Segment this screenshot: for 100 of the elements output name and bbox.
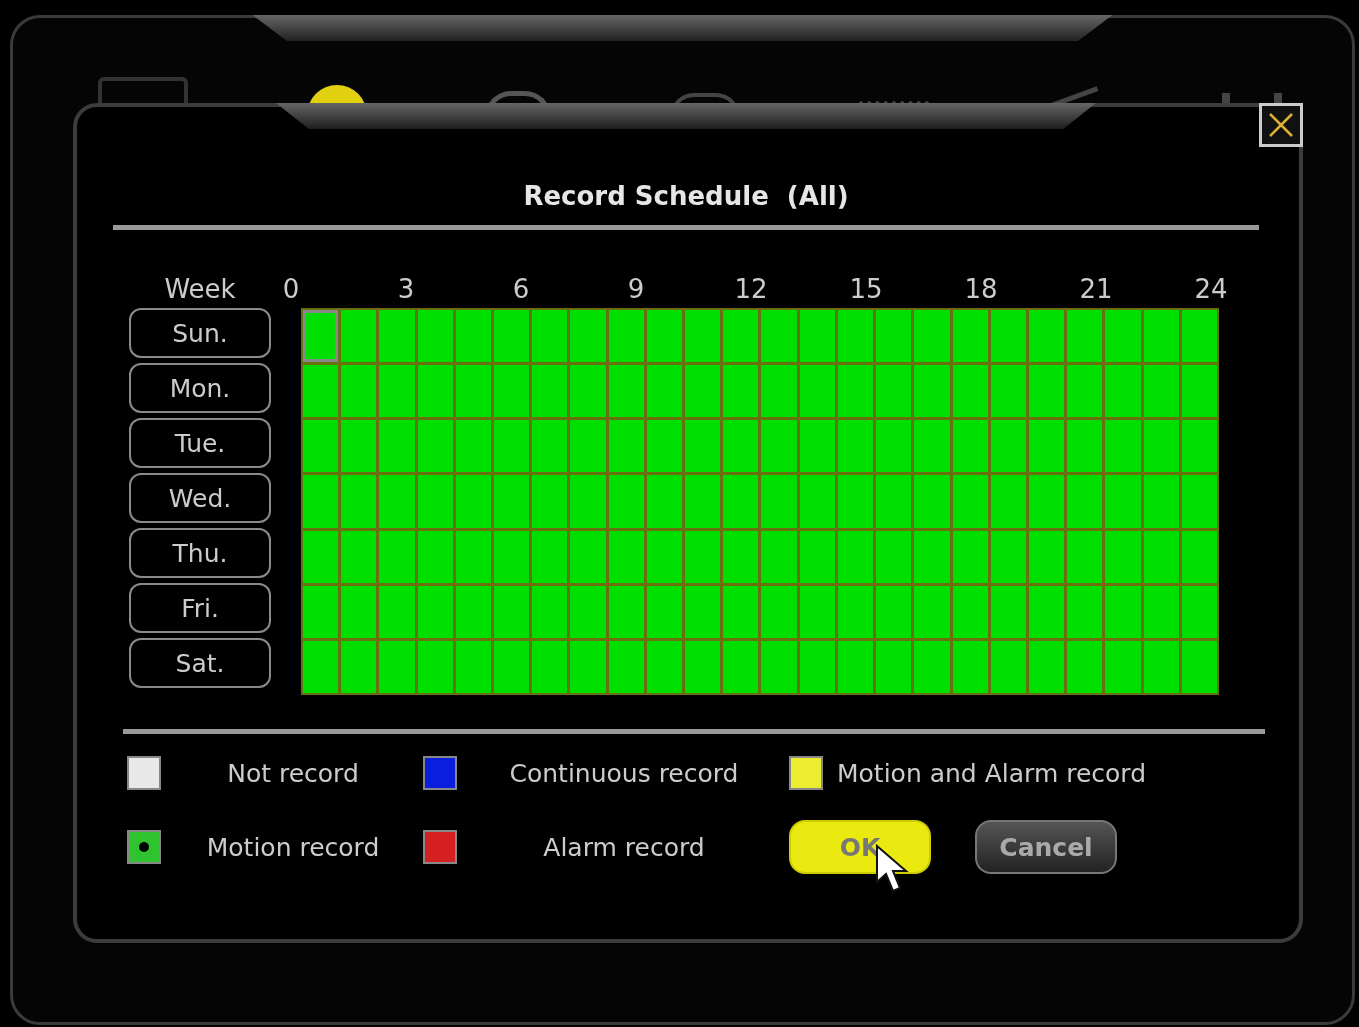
legend-swatch[interactable] [127, 756, 161, 790]
schedule-cell[interactable] [570, 420, 606, 473]
schedule-cell[interactable] [799, 310, 835, 363]
schedule-cell[interactable] [608, 420, 644, 473]
schedule-cell[interactable] [417, 530, 453, 583]
day-button[interactable]: Mon. [129, 363, 271, 413]
schedule-cell[interactable] [532, 420, 568, 473]
schedule-cell[interactable] [417, 640, 453, 693]
schedule-cell[interactable] [1105, 530, 1141, 583]
day-button[interactable]: Sat. [129, 638, 271, 688]
schedule-cell[interactable] [455, 365, 492, 418]
schedule-cell[interactable] [1067, 640, 1103, 693]
schedule-cell[interactable] [646, 475, 683, 528]
legend-swatch[interactable] [423, 830, 457, 864]
schedule-cell[interactable] [1143, 310, 1179, 363]
schedule-cell[interactable] [608, 640, 644, 693]
schedule-cell[interactable] [455, 475, 492, 528]
day-button[interactable]: Fri. [129, 583, 271, 633]
schedule-cell[interactable] [837, 310, 874, 363]
schedule-cell[interactable] [532, 475, 568, 528]
schedule-cell[interactable] [1181, 475, 1217, 528]
schedule-cell[interactable] [417, 475, 453, 528]
schedule-cell[interactable] [646, 420, 683, 473]
schedule-cell[interactable] [761, 420, 797, 473]
schedule-cell[interactable] [761, 530, 797, 583]
schedule-cell[interactable] [1143, 585, 1179, 638]
schedule-cell[interactable] [532, 365, 568, 418]
schedule-cell[interactable] [1105, 475, 1141, 528]
day-button[interactable]: Tue. [129, 418, 271, 468]
schedule-cell[interactable] [990, 475, 1026, 528]
schedule-cell[interactable] [494, 420, 530, 473]
schedule-cell[interactable] [379, 310, 415, 363]
schedule-cell[interactable] [1028, 420, 1065, 473]
schedule-cell[interactable] [685, 530, 721, 583]
schedule-cell[interactable] [646, 530, 683, 583]
schedule-cell[interactable] [379, 420, 415, 473]
schedule-cell[interactable] [837, 365, 874, 418]
schedule-cell[interactable] [570, 585, 606, 638]
schedule-cell[interactable] [723, 310, 759, 363]
schedule-cell[interactable] [1181, 365, 1217, 418]
schedule-cell[interactable] [341, 640, 377, 693]
schedule-cell[interactable] [1143, 420, 1179, 473]
schedule-cell[interactable] [494, 475, 530, 528]
schedule-cell[interactable] [799, 365, 835, 418]
schedule-cell[interactable] [1028, 475, 1065, 528]
legend-swatch[interactable] [423, 756, 457, 790]
schedule-cell[interactable] [494, 530, 530, 583]
schedule-cell[interactable] [837, 420, 874, 473]
schedule-cell[interactable] [876, 310, 912, 363]
schedule-cell[interactable] [761, 640, 797, 693]
schedule-cell[interactable] [608, 310, 644, 363]
schedule-cell[interactable] [608, 365, 644, 418]
schedule-cell[interactable] [341, 475, 377, 528]
schedule-cell[interactable] [723, 640, 759, 693]
schedule-cell[interactable] [990, 310, 1026, 363]
schedule-cell[interactable] [570, 640, 606, 693]
schedule-cell[interactable] [1181, 585, 1217, 638]
schedule-cell[interactable] [1028, 640, 1065, 693]
schedule-cell[interactable] [685, 640, 721, 693]
schedule-cell[interactable] [685, 585, 721, 638]
schedule-cell[interactable] [1181, 310, 1217, 363]
schedule-cell[interactable] [723, 585, 759, 638]
schedule-cell[interactable] [952, 475, 988, 528]
day-button[interactable]: Wed. [129, 473, 271, 523]
schedule-cell[interactable] [914, 585, 950, 638]
schedule-cell[interactable] [1067, 310, 1103, 363]
schedule-cell[interactable] [455, 585, 492, 638]
schedule-cell[interactable] [837, 475, 874, 528]
schedule-cell[interactable] [876, 640, 912, 693]
schedule-cell[interactable] [990, 530, 1026, 583]
schedule-cell[interactable] [379, 530, 415, 583]
cancel-button[interactable]: Cancel [975, 820, 1117, 874]
schedule-cell[interactable] [417, 420, 453, 473]
close-button[interactable] [1259, 103, 1303, 147]
schedule-cell[interactable] [876, 420, 912, 473]
schedule-cell[interactable] [646, 640, 683, 693]
schedule-cell[interactable] [761, 365, 797, 418]
schedule-cell[interactable] [379, 475, 415, 528]
schedule-cell[interactable] [379, 585, 415, 638]
schedule-cell[interactable] [876, 365, 912, 418]
schedule-cell[interactable] [952, 310, 988, 363]
schedule-cell[interactable] [532, 640, 568, 693]
schedule-cell[interactable] [532, 530, 568, 583]
schedule-cell[interactable] [685, 365, 721, 418]
schedule-cell[interactable] [1181, 640, 1217, 693]
schedule-cell[interactable] [570, 530, 606, 583]
schedule-cell[interactable] [341, 310, 377, 363]
schedule-cell[interactable] [914, 530, 950, 583]
schedule-cell[interactable] [952, 365, 988, 418]
schedule-cell[interactable] [341, 585, 377, 638]
legend-swatch[interactable] [789, 756, 823, 790]
schedule-cell[interactable] [1028, 530, 1065, 583]
schedule-cell[interactable] [341, 365, 377, 418]
schedule-cell[interactable] [379, 365, 415, 418]
schedule-cell[interactable] [914, 365, 950, 418]
schedule-cell[interactable] [723, 530, 759, 583]
schedule-cell[interactable] [455, 310, 492, 363]
schedule-cell[interactable] [303, 585, 339, 638]
schedule-cell[interactable] [494, 310, 530, 363]
schedule-cell[interactable] [952, 420, 988, 473]
